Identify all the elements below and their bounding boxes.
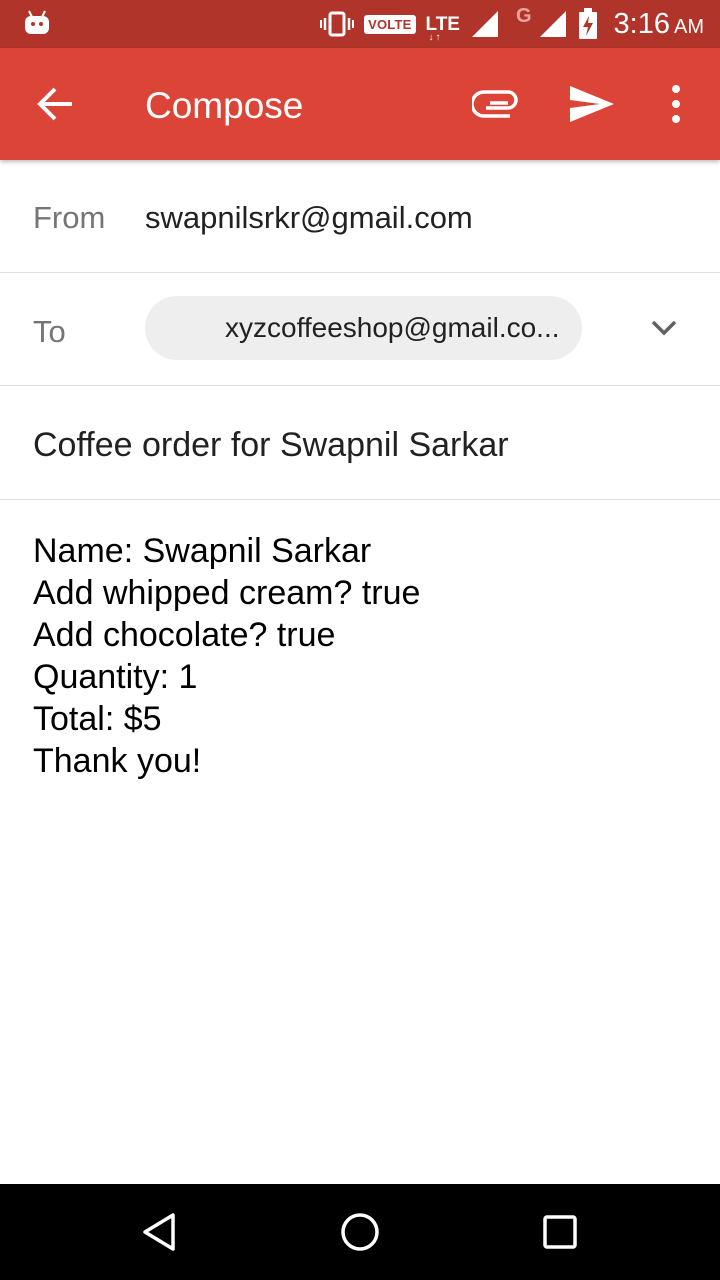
from-row: From swapnilsrkr@gmail.com <box>0 160 720 273</box>
signal-icon-2 <box>539 11 566 37</box>
to-label: To <box>33 314 66 349</box>
arrow-back-icon[interactable] <box>36 84 76 124</box>
data-arrows-icon: ↓↑ <box>428 31 443 43</box>
body-line-total: Total: $5 <box>33 700 162 738</box>
page-title: Compose <box>145 85 304 126</box>
battery-charging-icon <box>578 8 597 39</box>
paperclip-icon[interactable] <box>472 84 520 124</box>
vibrate-icon <box>320 11 355 37</box>
android-notification-icon <box>25 10 49 34</box>
nav-home-icon[interactable] <box>336 1208 384 1256</box>
from-label: From <box>33 200 106 235</box>
body-line-thanks: Thank you! <box>33 742 202 780</box>
navigation-bar <box>0 1184 720 1280</box>
body-line-chocolate: Add chocolate? true <box>33 616 336 654</box>
message-body[interactable]: Name: Swapnil Sarkar Add whipped cream? … <box>33 530 693 782</box>
body-line-quantity: Quantity: 1 <box>33 658 198 696</box>
signal-icon <box>471 11 498 37</box>
clock-time: 3:16 <box>613 7 670 40</box>
nav-recents-icon[interactable] <box>536 1208 584 1256</box>
subject-field[interactable]: Coffee order for Swapnil Sarkar <box>33 426 509 465</box>
app-bar: Compose <box>0 48 720 160</box>
status-bar: VOLTE LTE ↓↑ G 3:16 AM <box>0 0 720 48</box>
recipient-chip[interactable]: xyzcoffeeshop@gmail.co... <box>145 296 582 360</box>
subject-row: Coffee order for Swapnil Sarkar <box>0 386 720 500</box>
lte-indicator: LTE ↓↑ <box>426 15 460 43</box>
to-row: To xyzcoffeeshop@gmail.co... <box>0 273 720 386</box>
more-vert-icon[interactable] <box>660 82 692 126</box>
recipient-chip-label: xyzcoffeeshop@gmail.co... <box>225 312 560 343</box>
clock-ampm: AM <box>674 15 704 38</box>
body-line-name: Name: Swapnil Sarkar <box>33 532 372 570</box>
clock: 3:16 AM <box>614 8 704 41</box>
g-network-label: G <box>515 4 532 27</box>
nav-back-icon[interactable] <box>136 1208 184 1256</box>
from-field[interactable]: swapnilsrkr@gmail.com <box>145 200 473 236</box>
send-icon[interactable] <box>568 80 616 128</box>
volte-badge: VOLTE <box>364 14 416 34</box>
body-line-whipped-cream: Add whipped cream? true <box>33 574 421 612</box>
chevron-down-icon[interactable] <box>648 311 680 343</box>
